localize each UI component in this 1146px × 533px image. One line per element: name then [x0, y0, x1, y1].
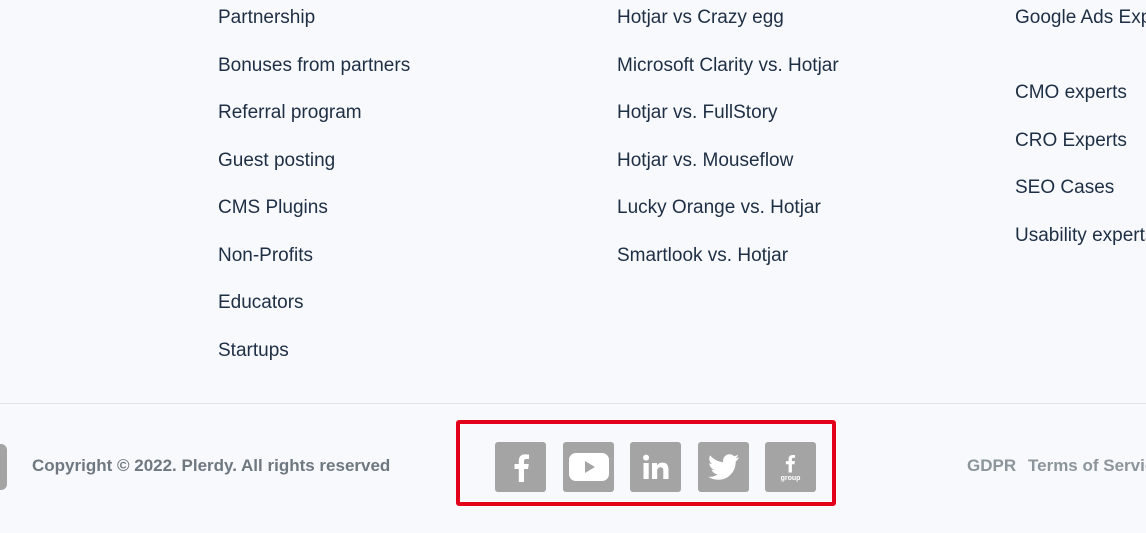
footer-link-google-ads-experts[interactable]: Google Ads Experts [1015, 6, 1146, 30]
footer-link-guest-posting[interactable]: Guest posting [218, 149, 335, 173]
facebook-icon[interactable] [495, 442, 546, 492]
footer-link-cms-plugins[interactable]: CMS Plugins [218, 196, 328, 220]
facebook-group-icon-inner: group [780, 452, 801, 482]
footer-links-section: Partnership Bonuses from partners Referr… [0, 0, 1146, 404]
facebook-group-icon[interactable]: group [765, 442, 816, 492]
facebook-group-label: group [780, 475, 801, 482]
copyright-text: Copyright © 2022. Plerdy. All rights res… [32, 456, 391, 475]
terms-of-service-link[interactable]: Terms of Service [1028, 456, 1146, 476]
footer-link-hotjar-vs-mouseflow[interactable]: Hotjar vs. Mouseflow [617, 149, 793, 173]
footer-bottom-bar: Copyright © 2022. Plerdy. All rights res… [0, 404, 1146, 533]
footer-link-hotjar-vs-crazy-egg[interactable]: Hotjar vs Crazy egg [617, 6, 784, 30]
footer-link-educators[interactable]: Educators [218, 291, 304, 315]
footer-link-referral-program[interactable]: Referral program [218, 101, 362, 125]
footer-link-startups[interactable]: Startups [218, 339, 289, 363]
youtube-icon[interactable] [563, 442, 614, 492]
footer-link-bonuses-from-partners[interactable]: Bonuses from partners [218, 54, 410, 78]
footer-link-non-profits[interactable]: Non-Profits [218, 244, 313, 268]
scroll-to-top-button[interactable] [0, 444, 7, 490]
linkedin-icon[interactable] [630, 442, 681, 492]
footer-link-lucky-orange-vs-hotjar[interactable]: Lucky Orange vs. Hotjar [617, 196, 821, 220]
footer-link-cro-experts[interactable]: CRO Experts [1015, 129, 1127, 153]
twitter-icon[interactable] [698, 442, 749, 492]
footer-link-smartlook-vs-hotjar[interactable]: Smartlook vs. Hotjar [617, 244, 788, 268]
footer-link-hotjar-vs-fullstory[interactable]: Hotjar vs. FullStory [617, 101, 777, 125]
footer-link-seo-cases[interactable]: SEO Cases [1015, 176, 1114, 200]
gdpr-link[interactable]: GDPR [967, 456, 1016, 476]
footer-link-clarity-vs-hotjar[interactable]: Microsoft Clarity vs. Hotjar [617, 54, 839, 78]
footer-link-usability-experts[interactable]: Usability experts [1015, 224, 1146, 248]
footer-link-cmo-experts[interactable]: CMO experts [1015, 81, 1127, 105]
footer-link-partnership[interactable]: Partnership [218, 6, 315, 30]
